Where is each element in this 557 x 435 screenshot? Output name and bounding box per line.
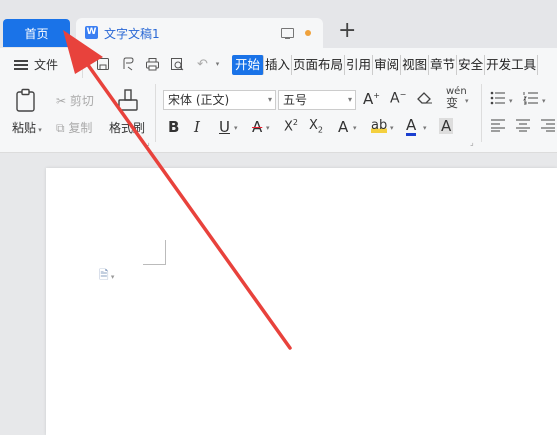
print-preview-icon[interactable]	[170, 57, 185, 72]
superscript-button[interactable]: X2	[284, 118, 298, 134]
tab-section[interactable]: 章节	[429, 55, 458, 75]
highlight-button[interactable]: ab	[371, 118, 388, 133]
chevron-down-icon: ▾	[267, 95, 272, 104]
tab-review[interactable]: 审阅	[373, 55, 402, 75]
strikethrough-button[interactable]: A	[252, 118, 262, 136]
tab-view[interactable]: 视图	[401, 55, 430, 75]
align-left-icon[interactable]	[490, 118, 506, 135]
undo-dropdown-icon[interactable]: ▾	[210, 57, 225, 72]
shrink-font-button[interactable]: A−	[390, 90, 406, 107]
paragraph-options-icon[interactable]: 🗎 ▾	[99, 266, 114, 287]
clipboard-icon	[16, 88, 35, 112]
numbered-list-icon[interactable]	[523, 91, 539, 108]
font-launcher-icon[interactable]: ⌟	[470, 138, 474, 147]
cut-label: 剪切	[69, 94, 94, 108]
brush-icon	[118, 89, 138, 111]
unsaved-dot-icon	[305, 30, 311, 36]
paste-label-button[interactable]: 粘贴 ▾	[12, 119, 42, 136]
bullet-list-icon[interactable]	[490, 91, 506, 108]
paste-label: 粘贴	[12, 121, 37, 135]
font-size-select[interactable]: 五号 ▾	[278, 90, 356, 110]
tab-page-layout[interactable]: 页面布局	[292, 55, 346, 75]
italic-button[interactable]: I	[194, 118, 200, 136]
divider	[481, 84, 482, 142]
copy-label: 复制	[68, 121, 93, 135]
font-size-value: 五号	[283, 93, 308, 107]
tab-developer[interactable]: 开发工具	[485, 55, 539, 75]
format-painter-button[interactable]	[117, 88, 139, 115]
font-name-value: 宋体 (正文)	[168, 93, 230, 107]
document-tab-title: 文字文稿1	[104, 27, 160, 41]
chevron-down-icon[interactable]: ▾	[423, 124, 427, 132]
underline-button[interactable]: U	[219, 118, 230, 136]
home-tab[interactable]: 首页	[3, 19, 70, 47]
copy-icon: ⧉	[56, 121, 65, 135]
tab-home[interactable]: 开始	[232, 55, 265, 75]
divider	[155, 84, 156, 142]
clear-format-icon[interactable]	[417, 91, 433, 108]
copy-button[interactable]: ⧉ 复制	[56, 119, 92, 136]
align-center-icon[interactable]	[515, 118, 531, 135]
file-menu-label: 文件	[34, 58, 59, 72]
print-icon[interactable]	[145, 57, 160, 72]
tab-insert[interactable]: 插入	[264, 55, 293, 75]
align-right-icon[interactable]	[540, 118, 556, 135]
char-shading-button[interactable]: A	[439, 118, 454, 134]
chevron-down-icon: ▾	[36, 126, 42, 134]
chevron-down-icon: ▾	[347, 95, 352, 104]
phonetic-guide-button[interactable]: wén 变	[446, 86, 467, 109]
margin-corner-mark	[143, 240, 166, 265]
subscript-button[interactable]: X2	[309, 118, 323, 135]
document-page[interactable]: 🗎 ▾	[46, 168, 557, 435]
file-menu-button[interactable]: 文件	[14, 56, 58, 73]
monitor-icon[interactable]	[281, 28, 294, 39]
chevron-down-icon[interactable]: ▾	[509, 97, 513, 105]
grow-font-button[interactable]: A+	[363, 90, 380, 108]
output-icon[interactable]	[120, 57, 135, 72]
chevron-down-icon[interactable]: ▾	[266, 124, 270, 132]
chevron-down-icon[interactable]: ▾	[234, 124, 238, 132]
chevron-down-icon[interactable]: ▾	[390, 124, 394, 132]
menu-row: 文件 ↶ ▾ 开始 插入 页面布局 引用 审阅 视图 章节 安全 开发工具	[0, 54, 557, 78]
undo-icon[interactable]: ↶	[195, 57, 210, 72]
ribbon: 文件 ↶ ▾ 开始 插入 页面布局 引用 审阅 视图 章节 安全 开发工具 粘贴…	[0, 48, 557, 153]
tab-security[interactable]: 安全	[457, 55, 486, 75]
home-tab-label: 首页	[24, 26, 49, 41]
cut-button[interactable]: ✂ 剪切	[56, 92, 94, 109]
menu-icon	[14, 59, 28, 70]
text-effect-button[interactable]: A	[338, 118, 348, 136]
divider	[82, 54, 83, 78]
scissors-icon: ✂	[56, 94, 67, 108]
save-icon[interactable]	[95, 57, 110, 72]
format-painter-label: 格式刷	[109, 121, 146, 135]
ribbon-tabs: 开始 插入 页面布局 引用 审阅 视图 章节 安全 开发工具	[232, 55, 539, 75]
document-tab[interactable]: W 文字文稿1	[76, 18, 323, 48]
chevron-down-icon[interactable]: ▾	[465, 97, 469, 105]
clipboard-launcher-icon[interactable]: ⌟	[146, 138, 150, 147]
font-color-button[interactable]: A	[406, 118, 417, 136]
font-name-select[interactable]: 宋体 (正文) ▾	[163, 90, 276, 110]
new-tab-button[interactable]: +	[338, 20, 356, 42]
chevron-down-icon[interactable]: ▾	[542, 97, 546, 105]
bold-button[interactable]: B	[168, 118, 179, 136]
chevron-down-icon[interactable]: ▾	[353, 124, 357, 132]
paste-button[interactable]	[14, 88, 38, 115]
writer-doc-icon: W	[85, 26, 98, 39]
tab-bar: 首页 W 文字文稿1 +	[0, 0, 557, 48]
tab-references[interactable]: 引用	[345, 55, 374, 75]
